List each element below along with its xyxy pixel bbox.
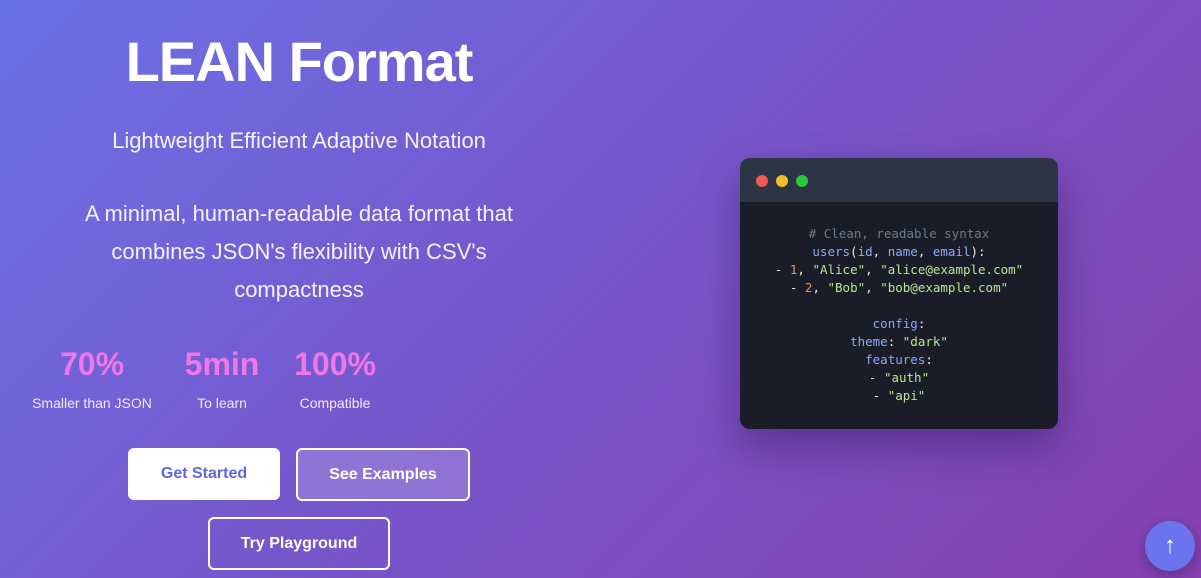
code-snippet: # Clean, readable syntax users(id, name, … xyxy=(740,225,1058,405)
code-token: - xyxy=(868,370,884,385)
close-dot-icon xyxy=(756,175,768,187)
stats-row: 70% Smaller than JSON 5min To learn 100%… xyxy=(0,344,420,424)
code-line: theme: "dark" xyxy=(740,333,1058,351)
code-line: - "api" xyxy=(740,387,1058,405)
code-token: "bob@example.com" xyxy=(880,280,1009,295)
stat-value: 70% xyxy=(59,346,125,382)
code-token: , xyxy=(812,280,828,295)
arrow-up-icon: ↑ xyxy=(1164,532,1176,559)
stat-compatibility: 100% Compatible xyxy=(285,344,385,412)
scroll-to-top-button[interactable]: ↑ xyxy=(1145,521,1195,571)
code-token: "dark" xyxy=(902,334,948,349)
code-token: email xyxy=(932,244,971,259)
code-token: id xyxy=(857,244,873,259)
hero-subtitle: Lightweight Efficient Adaptive Notation xyxy=(112,128,486,153)
code-token: , xyxy=(797,262,813,277)
code-line: - 1, "Alice", "alice@example.com" xyxy=(740,261,1058,279)
stat-label: Compatible xyxy=(299,395,371,411)
maximize-dot-icon xyxy=(796,175,808,187)
code-token: "Alice" xyxy=(812,262,866,277)
code-token: - xyxy=(872,388,888,403)
code-token: name xyxy=(887,244,918,259)
code-token: "auth" xyxy=(883,370,930,385)
code-token: , xyxy=(865,262,881,277)
stat-learning: 5min To learn xyxy=(172,344,272,412)
code-window-titlebar xyxy=(740,158,1058,202)
code-token: # Clean, readable syntax xyxy=(808,226,990,241)
code-token: - xyxy=(789,280,805,295)
code-token: , xyxy=(917,244,933,259)
hero-description: A minimal, human-readable data format th… xyxy=(84,201,513,302)
stat-value: 100% xyxy=(294,346,376,382)
code-line: users(id, name, email): xyxy=(740,243,1058,261)
code-token: ): xyxy=(970,244,986,259)
try-playground-button[interactable]: Try Playground xyxy=(208,517,390,570)
stat-value: 5min xyxy=(184,346,260,382)
code-token: "alice@example.com" xyxy=(880,262,1024,277)
see-examples-button[interactable]: See Examples xyxy=(296,448,470,501)
stat-label: Smaller than JSON xyxy=(32,395,152,411)
stat-label: To learn xyxy=(197,395,247,411)
code-token: ( xyxy=(850,244,858,259)
code-token: "Bob" xyxy=(827,280,866,295)
code-line: - "auth" xyxy=(740,369,1058,387)
code-token: "api" xyxy=(887,388,926,403)
code-line: # Clean, readable syntax xyxy=(740,225,1058,243)
stat-size: 70% Smaller than JSON xyxy=(30,344,154,412)
code-token: features xyxy=(865,352,926,367)
hero-section: LEAN Format Lightweight Efficient Adapti… xyxy=(0,0,598,578)
code-token: - xyxy=(774,262,790,277)
code-line: - 2, "Bob", "bob@example.com" xyxy=(740,279,1058,297)
code-line: config: xyxy=(740,315,1058,333)
page-title: LEAN Format xyxy=(125,30,474,93)
minimize-dot-icon xyxy=(776,175,788,187)
code-example-window: # Clean, readable syntax users(id, name, … xyxy=(740,158,1058,429)
code-line: features: xyxy=(740,351,1058,369)
code-token: : xyxy=(917,316,926,331)
get-started-button[interactable]: Get Started xyxy=(128,448,280,500)
code-token: : xyxy=(887,334,903,349)
code-token: users xyxy=(812,244,851,259)
code-token: : xyxy=(925,352,933,367)
code-token: config xyxy=(872,316,918,331)
code-token: theme xyxy=(850,334,888,349)
code-token: , xyxy=(865,280,881,295)
code-token: , xyxy=(872,244,888,259)
